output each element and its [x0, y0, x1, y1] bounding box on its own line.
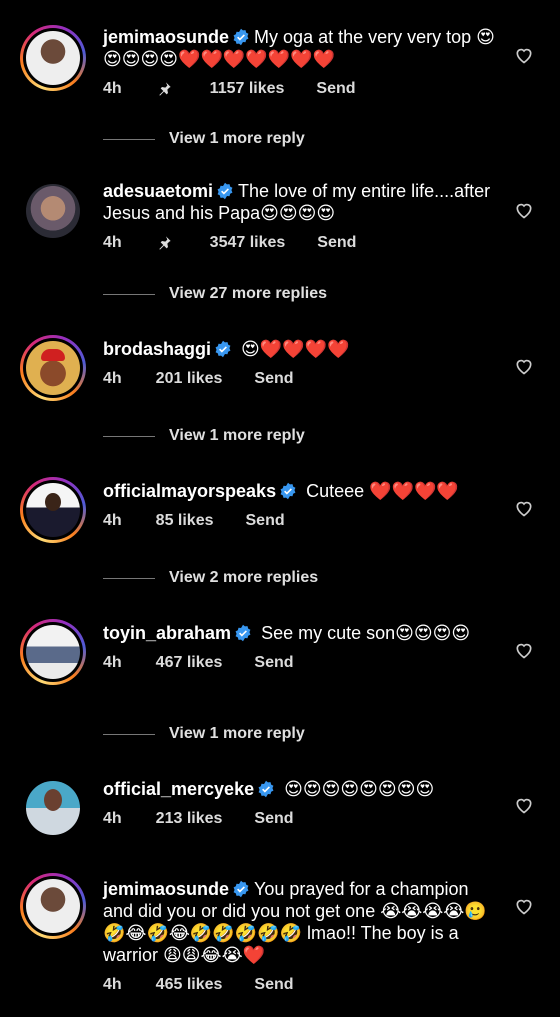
- comment-time: 4h: [103, 370, 122, 387]
- avatar-story-ring[interactable]: [20, 873, 86, 939]
- heart-icon[interactable]: [514, 896, 534, 916]
- avatar: [26, 879, 80, 933]
- heart-icon[interactable]: [514, 498, 534, 518]
- verified-badge-icon: [217, 182, 233, 200]
- pin-icon: [159, 82, 171, 96]
- avatar: [26, 341, 80, 395]
- avatar-story-ring[interactable]: [20, 477, 86, 543]
- comment-username[interactable]: jemimaosunde: [103, 27, 229, 47]
- view-more-replies[interactable]: View 1 more reply: [103, 725, 305, 743]
- heart-icon[interactable]: [514, 356, 534, 376]
- comment: adesuaetomi The love of my entire life...…: [0, 172, 560, 267]
- comment-username[interactable]: toyin_abraham: [103, 623, 231, 643]
- comment-username[interactable]: officialmayorspeaks: [103, 481, 276, 501]
- view-more-replies-label: View 1 more reply: [169, 725, 305, 742]
- heart-icon[interactable]: [514, 200, 534, 220]
- avatar: [26, 781, 80, 835]
- comment-time: 4h: [103, 234, 122, 251]
- view-more-replies[interactable]: View 1 more reply: [103, 427, 305, 445]
- comment-time: 4h: [103, 512, 122, 529]
- view-more-replies[interactable]: View 27 more replies: [103, 285, 327, 303]
- avatar-frame[interactable]: [20, 775, 86, 841]
- view-more-replies[interactable]: View 1 more reply: [103, 130, 305, 148]
- comment-text: See my cute son😍😍😍😍: [261, 623, 471, 643]
- send-button[interactable]: Send: [254, 976, 293, 994]
- verified-badge-icon: [233, 28, 249, 46]
- send-button[interactable]: Send: [254, 654, 293, 672]
- comment-likes[interactable]: 467 likes: [156, 654, 223, 672]
- comment-likes[interactable]: 201 likes: [156, 370, 223, 388]
- comment: official_mercyeke 😍😍😍😍😍😍😍😍 4h 213 likes …: [0, 770, 560, 840]
- comment-username[interactable]: brodashaggi: [103, 339, 211, 359]
- divider-line: [103, 577, 155, 579]
- avatar-frame[interactable]: [20, 178, 86, 244]
- heart-icon[interactable]: [514, 795, 534, 815]
- send-button[interactable]: Send: [254, 810, 293, 828]
- verified-badge-icon: [258, 780, 274, 798]
- view-more-replies-label: View 1 more reply: [169, 427, 305, 444]
- send-button[interactable]: Send: [317, 234, 356, 252]
- divider-line: [103, 293, 155, 295]
- verified-badge-icon: [280, 482, 296, 500]
- avatar: [26, 483, 80, 537]
- divider-line: [103, 733, 155, 735]
- comment-text: 😍❤️❤️❤️❤️: [241, 339, 350, 359]
- divider-line: [103, 138, 155, 140]
- avatar-story-ring[interactable]: [20, 619, 86, 685]
- avatar: [26, 31, 80, 85]
- view-more-replies[interactable]: View 2 more replies: [103, 569, 318, 587]
- heart-icon[interactable]: [514, 640, 534, 660]
- verified-badge-icon: [215, 340, 231, 358]
- comment-username[interactable]: jemimaosunde: [103, 879, 229, 899]
- comment-likes[interactable]: 465 likes: [156, 976, 223, 994]
- comment-likes[interactable]: 85 likes: [156, 512, 214, 530]
- comment-likes[interactable]: 3547 likes: [210, 234, 286, 252]
- view-more-replies-label: View 27 more replies: [169, 285, 328, 302]
- view-more-replies-label: View 1 more reply: [169, 130, 305, 147]
- comment-time: 4h: [103, 976, 122, 993]
- verified-badge-icon: [233, 880, 249, 898]
- send-button[interactable]: Send: [246, 512, 285, 530]
- avatar: [26, 625, 80, 679]
- comment: jemimaosunde My oga at the very very top …: [0, 18, 560, 113]
- comment: toyin_abraham See my cute son😍😍😍😍 4h 467…: [0, 614, 560, 709]
- send-button[interactable]: Send: [254, 370, 293, 388]
- avatar-story-ring[interactable]: [20, 335, 86, 401]
- avatar-story-ring[interactable]: [20, 25, 86, 91]
- view-more-replies-label: View 2 more replies: [169, 569, 319, 586]
- comment-time: 4h: [103, 80, 122, 97]
- verified-badge-icon: [235, 624, 251, 642]
- avatar: [26, 184, 80, 238]
- comment-text: Cuteee ❤️❤️❤️❤️: [306, 481, 459, 501]
- comment-username[interactable]: official_mercyeke: [103, 779, 254, 799]
- comment: jemimaosunde You prayed for a champion an…: [0, 870, 560, 1000]
- comment-text: 😍😍😍😍😍😍😍😍: [284, 779, 435, 799]
- comment: brodashaggi 😍❤️❤️❤️❤️ 4h 201 likes Send: [0, 330, 560, 401]
- comment-likes[interactable]: 1157 likes: [210, 80, 285, 98]
- comment-time: 4h: [103, 810, 122, 827]
- comment-username[interactable]: adesuaetomi: [103, 181, 213, 201]
- heart-icon[interactable]: [514, 45, 534, 65]
- comment: officialmayorspeaks Cuteee ❤️❤️❤️❤️ 4h 8…: [0, 472, 560, 543]
- pin-icon: [159, 236, 171, 250]
- send-button[interactable]: Send: [316, 80, 355, 98]
- comment-likes[interactable]: 213 likes: [156, 810, 223, 828]
- divider-line: [103, 435, 155, 437]
- comment-time: 4h: [103, 654, 122, 671]
